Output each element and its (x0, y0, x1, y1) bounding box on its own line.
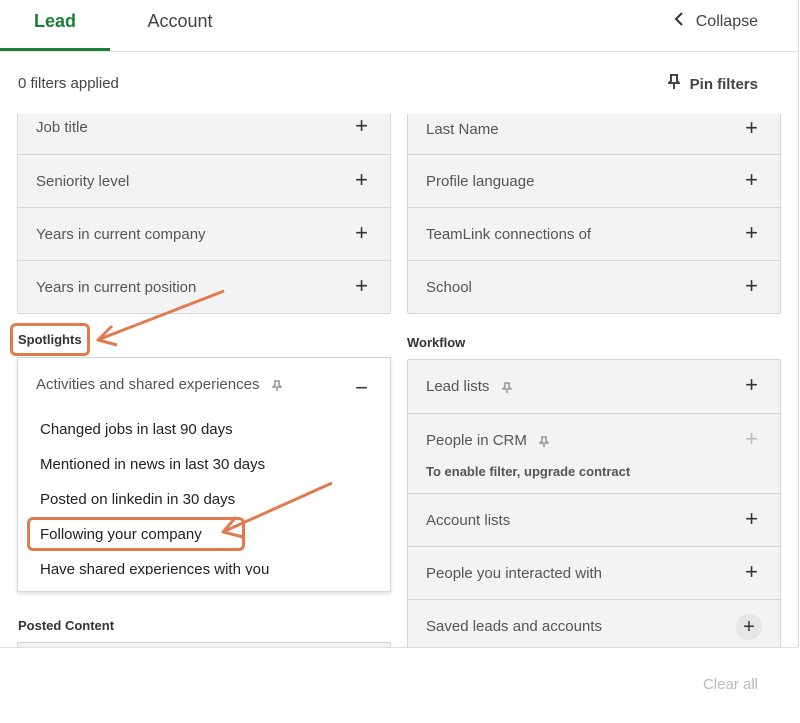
plus-icon[interactable]: + (745, 169, 758, 191)
posted-content-title: Posted Content (18, 618, 115, 633)
filter-row-school[interactable]: School + (408, 260, 780, 313)
filter-status-bar: 0 filters applied Pin filters (0, 52, 799, 114)
collapse-button[interactable]: Collapse (674, 12, 758, 31)
annotation-highlight-following (27, 517, 245, 551)
filter-row-seniority-level[interactable]: Seniority level + (18, 154, 390, 207)
filter-row-people-interacted[interactable]: People you interacted with + (408, 546, 780, 599)
workflow-title: Workflow (407, 335, 466, 350)
spotlight-option-mentioned-in-news[interactable]: Mentioned in news in last 30 days (40, 456, 265, 473)
plus-icon[interactable]: + (355, 275, 368, 297)
clear-all-button[interactable]: Clear all (703, 676, 758, 693)
plus-icon[interactable]: + (745, 117, 758, 139)
plus-icon[interactable]: + (745, 222, 758, 244)
filter-row-people-in-crm[interactable]: People in CRM To enable filter, upgrade … (408, 413, 780, 493)
workflow-card: Lead lists + People in CRM To enable fil… (407, 359, 781, 647)
spotlights-expanded-card: Activities and shared experiences − Chan… (17, 357, 391, 592)
plus-icon[interactable]: + (355, 222, 368, 244)
filter-row-lead-lists[interactable]: Lead lists + (408, 360, 780, 413)
plus-icon[interactable]: + (745, 561, 758, 583)
activities-group-header[interactable]: Activities and shared experiences (36, 376, 283, 393)
spotlight-option-posted-on-linkedin[interactable]: Posted on linkedin in 30 days (40, 491, 235, 508)
plus-icon[interactable]: + (745, 275, 758, 297)
filter-panel-footer: Clear all (0, 647, 798, 723)
plus-icon: + (745, 426, 758, 451)
pin-icon (500, 381, 513, 394)
filter-row-last-name[interactable]: Last Name + (408, 114, 780, 154)
filter-row-job-title[interactable]: Job title + (18, 114, 390, 154)
filter-row-saved-leads-accounts[interactable]: Saved leads and accounts + (408, 599, 780, 647)
filter-row-teamlink-connections[interactable]: TeamLink connections of + (408, 207, 780, 260)
pin-filters-button[interactable]: Pin filters (666, 74, 758, 94)
plus-icon[interactable]: + (745, 374, 758, 396)
plus-icon[interactable]: + (355, 169, 368, 191)
filter-content[interactable]: Job title + Seniority level + Years in c… (0, 114, 799, 647)
filters-applied-count: 0 filters applied (18, 75, 119, 92)
filter-row-years-in-position[interactable]: Years in current position + (18, 260, 390, 313)
tab-lead[interactable]: Lead (0, 0, 110, 51)
plus-icon[interactable]: + (745, 508, 758, 530)
filter-row-profile-language[interactable]: Profile language + (408, 154, 780, 207)
tab-account[interactable]: Account (110, 0, 250, 51)
chevron-left-icon (674, 12, 684, 31)
arrow-head-spotlights (96, 324, 118, 347)
pin-icon (538, 435, 550, 448)
spotlight-option-shared-experiences[interactable]: Have shared experiences with you (40, 561, 269, 575)
plus-icon[interactable]: + (355, 115, 368, 137)
filter-row-account-lists[interactable]: Account lists + (408, 493, 780, 546)
pin-icon (270, 379, 283, 392)
lead-filters-card-left: Job title + Seniority level + Years in c… (17, 114, 391, 314)
minus-icon[interactable]: − (355, 375, 368, 401)
filter-panel-header: Lead Account Collapse (0, 0, 799, 52)
filter-row-years-in-company[interactable]: Years in current company + (18, 207, 390, 260)
plus-icon[interactable]: + (736, 614, 762, 640)
annotation-highlight-spotlights (10, 323, 90, 356)
pin-icon (666, 74, 681, 94)
pin-filters-label: Pin filters (689, 75, 758, 93)
spotlight-option-changed-jobs[interactable]: Changed jobs in last 90 days (40, 421, 233, 438)
collapse-label: Collapse (695, 12, 758, 30)
upgrade-contract-note: To enable filter, upgrade contract (426, 464, 631, 479)
lead-filters-card-right: Last Name + Profile language + TeamLink … (407, 114, 781, 314)
